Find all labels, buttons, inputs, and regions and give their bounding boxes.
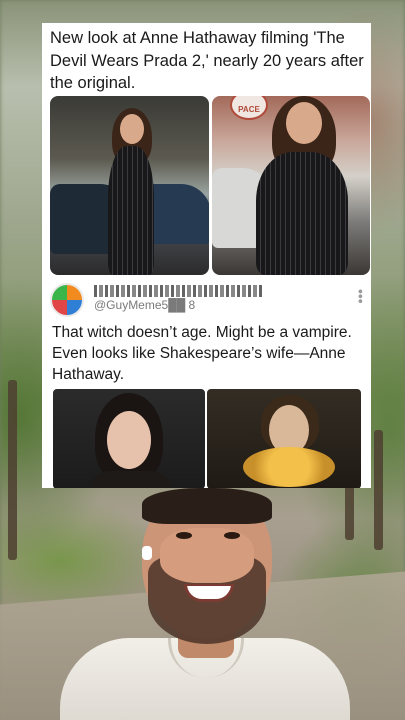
dress (89, 471, 171, 488)
tree-trunk (374, 430, 383, 550)
photo-filming-closeup[interactable]: PACE (212, 96, 370, 275)
cheeks (160, 528, 254, 583)
presenter-webcam (60, 488, 350, 720)
photo-filming-street[interactable] (50, 96, 209, 275)
more-options-icon[interactable]: ••• (353, 289, 369, 304)
face (120, 114, 144, 144)
ruff-collar (243, 447, 335, 487)
photo-portrait-historical[interactable] (207, 389, 361, 488)
tree-trunk (8, 380, 17, 560)
face (286, 102, 322, 144)
storefront-sign: PACE (230, 96, 268, 120)
reply-text: That witch doesn’t age. Might be a vampi… (52, 324, 352, 383)
pinstripe-vest (256, 152, 348, 275)
eye (224, 532, 240, 539)
photo-portrait-modern[interactable] (53, 389, 205, 488)
eye (176, 532, 192, 539)
reply-handle[interactable]: @GuyMeme5██ 8 (94, 298, 195, 312)
face (107, 411, 151, 469)
reply-avatar[interactable] (50, 283, 84, 317)
post-headline: New look at Anne Hathaway filming 'The D… (50, 29, 364, 92)
tweet-screenshot-card: New look at Anne Hathaway filming 'The D… (42, 23, 371, 488)
earbud (142, 546, 152, 560)
pinstripe-outfit (108, 146, 154, 275)
short-hair (142, 488, 272, 524)
redacted-display-name (94, 285, 264, 297)
